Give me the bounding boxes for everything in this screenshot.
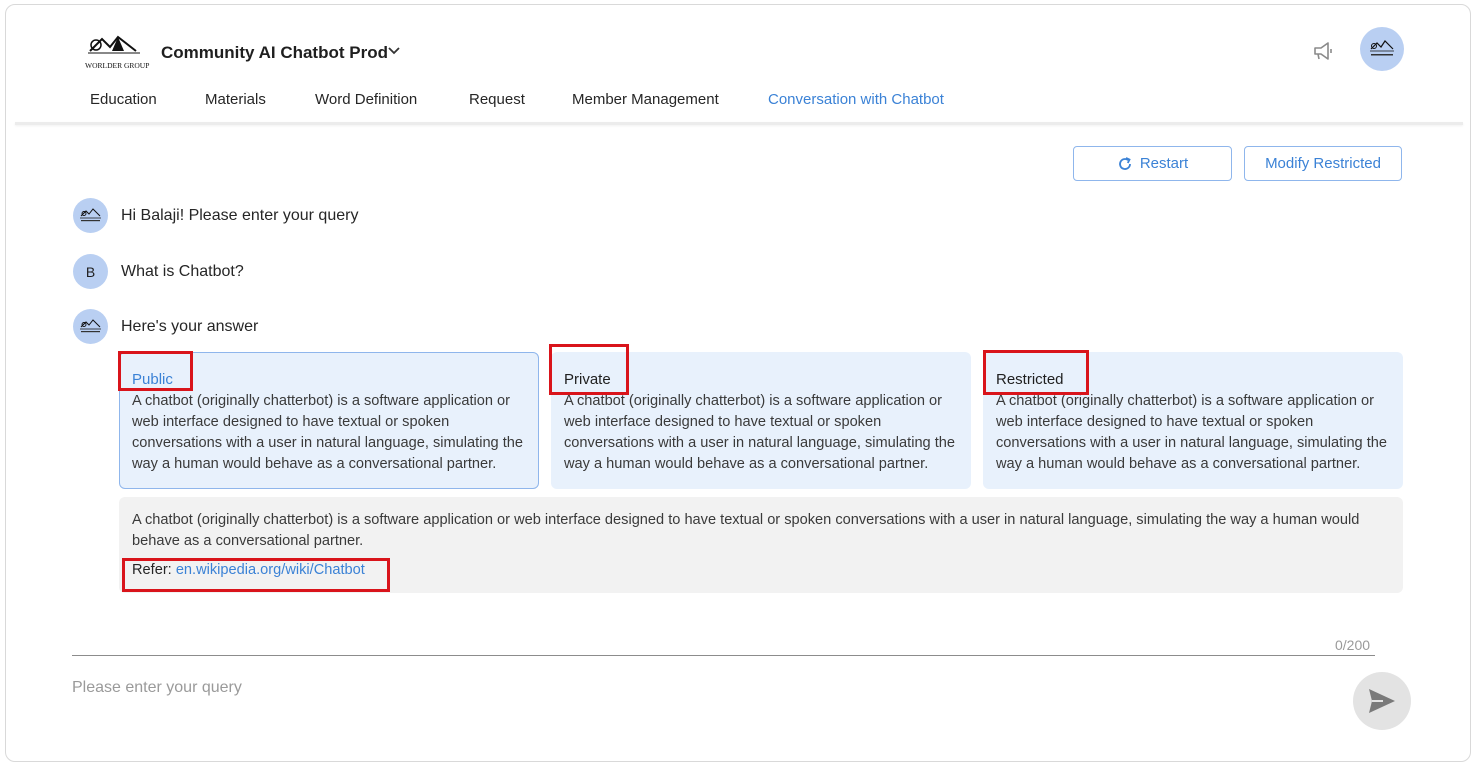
send-button[interactable]: [1353, 672, 1411, 730]
refresh-icon: [1118, 156, 1131, 170]
header-divider: [15, 122, 1463, 125]
tab-word-definition[interactable]: Word Definition: [315, 91, 417, 125]
tab-materials[interactable]: Materials: [205, 91, 266, 125]
restart-label: Restart: [1139, 155, 1189, 172]
worlder-logo[interactable]: WORLDER GROUP: [80, 29, 154, 73]
app-window: WORLDER GROUP Community AI Chatbot Prod …: [5, 4, 1471, 762]
send-icon: [1369, 689, 1395, 713]
megaphone-icon[interactable]: [1311, 39, 1337, 63]
logo-text: WORLDER GROUP: [85, 61, 149, 70]
user-question: What is Chatbot?: [121, 263, 244, 280]
character-counter: 0/200: [1335, 637, 1371, 653]
card-body-restricted: A chatbot (originally chatterbot) is a s…: [996, 393, 1388, 472]
card-body-public: A chatbot (originally chatterbot) is a s…: [132, 393, 524, 472]
highlight-box-public: [118, 351, 193, 391]
highlight-box-private: [549, 344, 629, 395]
modify-restricted-button[interactable]: Modify Restricted: [1244, 146, 1402, 181]
query-input[interactable]: [72, 673, 1272, 703]
input-underline: [72, 655, 1375, 656]
user-avatar[interactable]: [1360, 27, 1404, 71]
bot-answer-intro: Here's your answer: [121, 318, 259, 335]
restart-button[interactable]: Restart: [1073, 146, 1232, 181]
tab-member-management[interactable]: Member Management: [572, 91, 719, 125]
summary-text: A chatbot (originally chatterbot) is a s…: [132, 512, 1360, 549]
highlight-box-refer: [122, 558, 390, 592]
bot-avatar: [73, 198, 108, 233]
modify-restricted-label: Modify Restricted: [1265, 155, 1381, 172]
user-message-avatar: B: [73, 254, 108, 289]
highlight-box-restricted: [983, 350, 1089, 395]
chevron-down-icon[interactable]: [386, 43, 402, 59]
card-body-private: A chatbot (originally chatterbot) is a s…: [564, 393, 956, 472]
tab-request[interactable]: Request: [469, 91, 525, 125]
tab-education[interactable]: Education: [90, 91, 157, 125]
bot-avatar: [73, 309, 108, 344]
tab-conversation-with-chatbot[interactable]: Conversation with Chatbot: [768, 91, 944, 125]
app-title[interactable]: Community AI Chatbot Prod: [161, 43, 388, 63]
bot-greeting: Hi Balaji! Please enter your query: [121, 207, 359, 224]
